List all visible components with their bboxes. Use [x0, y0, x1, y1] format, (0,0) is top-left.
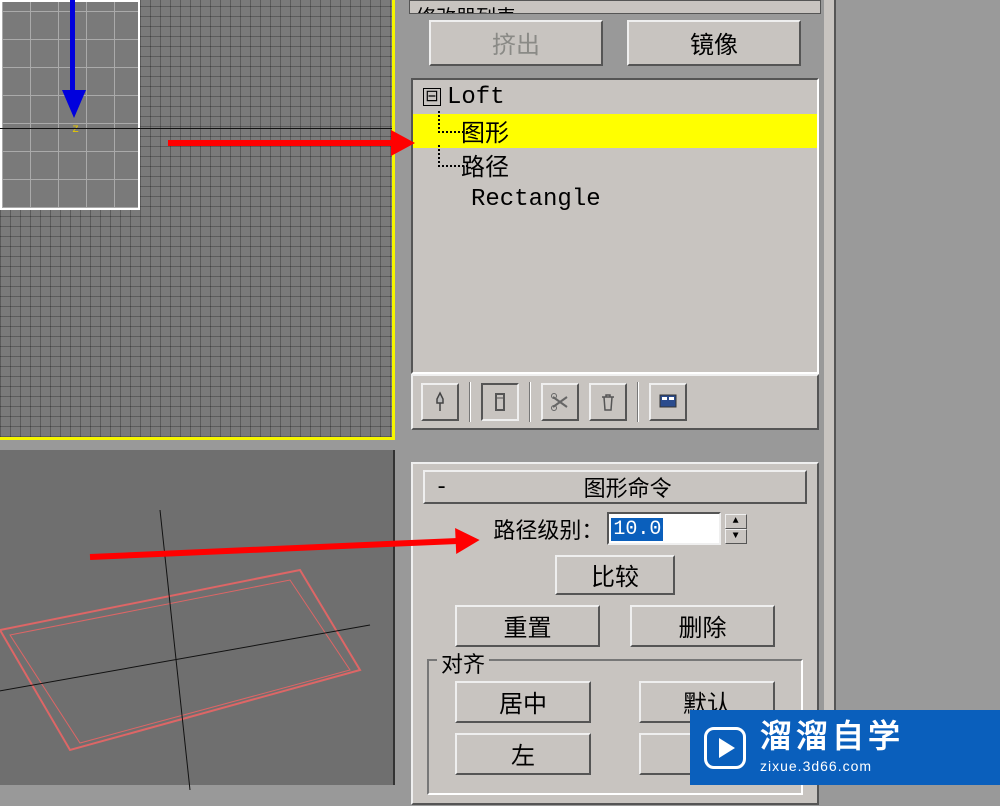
show-end-result-button[interactable]	[481, 383, 519, 421]
align-group-label: 对齐	[437, 647, 489, 679]
rollup-title: 图形命令	[454, 471, 801, 503]
tree-item-label: 路径	[461, 147, 509, 183]
modifier-list-label: 修改器列表	[416, 8, 516, 14]
config-icon	[657, 391, 679, 413]
tree-item-rectangle[interactable]: Rectangle	[413, 182, 817, 216]
align-center-button[interactable]: 居中	[455, 681, 591, 723]
modifier-list-dropdown[interactable]: 修改器列表	[409, 0, 821, 14]
minus-icon: -	[429, 475, 454, 500]
rollup-header[interactable]: - 图形命令	[423, 470, 807, 504]
command-panel: 修改器列表 挤出 镜像 ⊟ Loft 图形 路径 Rectangle	[405, 0, 825, 785]
separator-icon	[469, 382, 471, 422]
configure-sets-button[interactable]	[649, 383, 687, 421]
separator-icon	[637, 382, 639, 422]
make-unique-button[interactable]	[541, 383, 579, 421]
modifier-stack[interactable]: ⊟ Loft 图形 路径 Rectangle	[411, 78, 819, 374]
trash-icon	[597, 391, 619, 413]
path-level-value: 10.0	[611, 518, 663, 541]
watermark-url: zixue.3d66.com	[760, 758, 904, 775]
stack-toolbar	[411, 374, 819, 430]
compare-button[interactable]: 比较	[555, 555, 675, 595]
panel-gutter	[836, 0, 1000, 785]
tree-item-label: 图形	[461, 113, 509, 149]
tree-item-label: Rectangle	[471, 186, 601, 213]
remove-modifier-button[interactable]	[589, 383, 627, 421]
pin-stack-button[interactable]	[421, 383, 459, 421]
panel-edge	[824, 0, 836, 785]
delete-button[interactable]: 删除	[630, 605, 775, 647]
mirror-button[interactable]: 镜像	[627, 20, 801, 66]
clip-icon	[489, 391, 511, 413]
play-icon	[704, 727, 746, 769]
spinner-up-icon[interactable]: ▲	[725, 514, 747, 529]
spinner-down-icon[interactable]: ▼	[725, 529, 747, 544]
watermark-title: 溜溜自学	[760, 720, 904, 758]
extrude-button[interactable]: 挤出	[429, 20, 603, 66]
viewport-bottom[interactable]	[0, 450, 395, 785]
tree-item-loft[interactable]: ⊟ Loft	[413, 80, 817, 114]
path-level-spinner[interactable]: ▲ ▼	[725, 514, 747, 544]
reset-button[interactable]: 重置	[455, 605, 600, 647]
annotation-arrow-1	[168, 140, 393, 146]
axis-z-label: z	[72, 122, 79, 136]
viewport-top[interactable]: z	[0, 0, 395, 440]
align-left-button[interactable]: 左	[455, 733, 591, 775]
scissor-icon	[549, 391, 571, 413]
horizon-line	[0, 128, 392, 129]
tree-item-label: Loft	[447, 84, 505, 111]
collapse-icon[interactable]: ⊟	[423, 88, 441, 106]
path-level-label: 路径级别：	[493, 513, 603, 545]
tree-item-path[interactable]: 路径	[413, 148, 817, 182]
axis-z-arrow	[62, 0, 86, 118]
watermark: 溜溜自学 zixue.3d66.com	[690, 710, 1000, 785]
path-level-input[interactable]: 10.0	[607, 512, 720, 545]
tree-item-shape[interactable]: 图形	[413, 114, 817, 148]
separator-icon	[529, 382, 531, 422]
pin-icon	[429, 391, 451, 413]
